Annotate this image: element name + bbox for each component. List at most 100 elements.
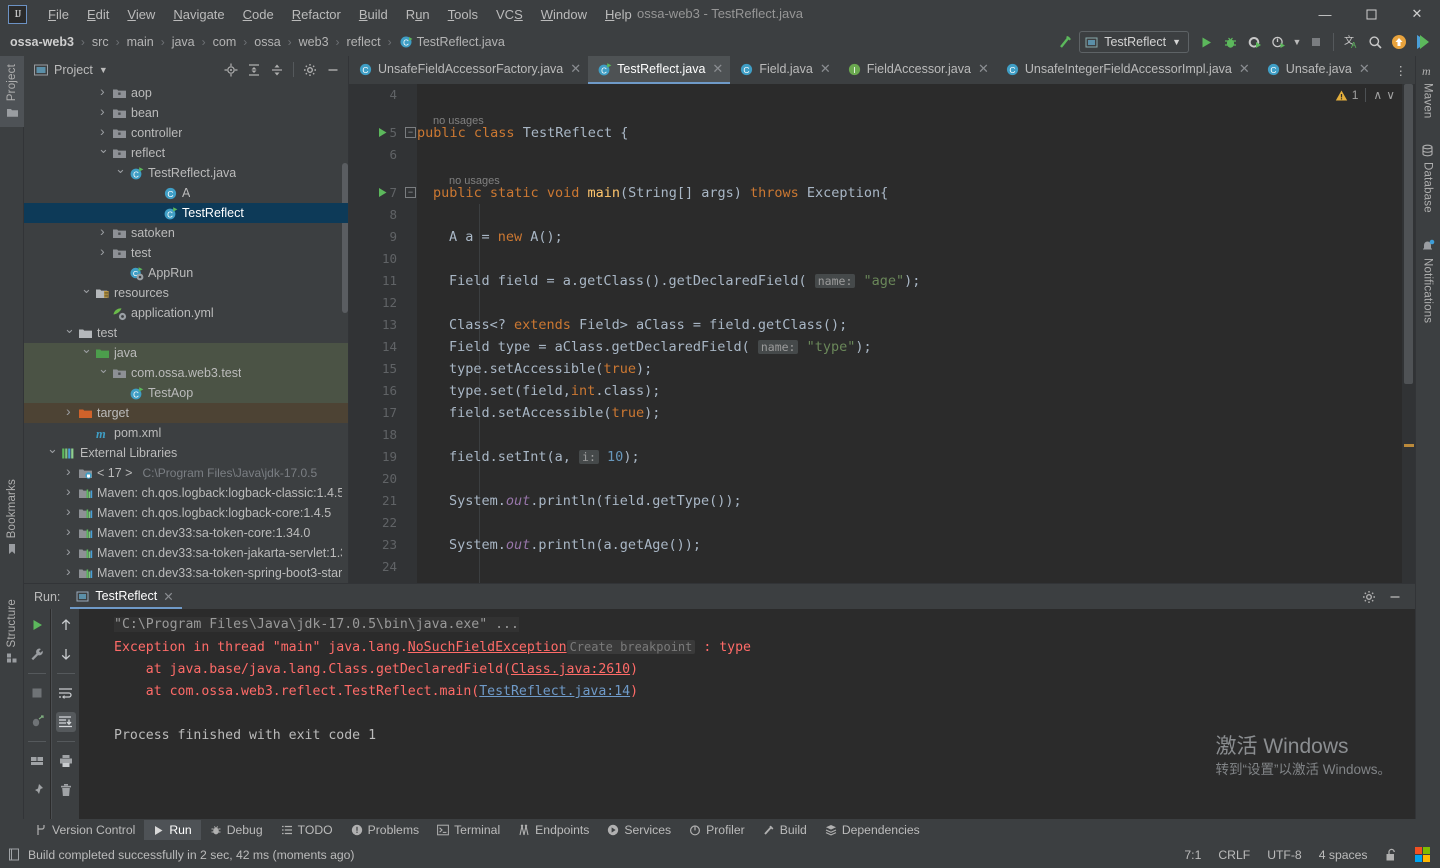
debug-button[interactable] xyxy=(1219,31,1241,53)
hide-panel-icon[interactable] xyxy=(323,60,343,80)
tree-node[interactable]: satoken xyxy=(24,223,348,243)
editor-tab[interactable]: C Unsafe.java ✕ xyxy=(1257,56,1377,84)
gear-icon[interactable] xyxy=(300,60,320,80)
chevron-right-icon[interactable] xyxy=(64,403,74,419)
tree-node[interactable]: m pom.xml xyxy=(24,423,348,443)
stop-debug-icon[interactable] xyxy=(27,712,47,732)
chevron-right-icon[interactable] xyxy=(64,463,74,479)
marker-bar[interactable] xyxy=(1402,84,1415,583)
breadcrumb-item-java[interactable]: java xyxy=(170,34,197,50)
menu-code[interactable]: Code xyxy=(234,4,283,25)
scroll-to-end-icon[interactable] xyxy=(55,712,76,732)
tool-window-button-debug[interactable]: Debug xyxy=(201,820,272,840)
tree-node[interactable]: External Libraries xyxy=(24,441,348,463)
tree-node[interactable]: reflect xyxy=(24,141,348,163)
tree-node[interactable]: bean xyxy=(24,103,348,123)
file-encoding[interactable]: UTF-8 xyxy=(1267,848,1302,862)
tree-node[interactable]: Maven: cn.dev33:sa-token-spring-boot3-st… xyxy=(24,563,348,583)
fold-column[interactable]: − − xyxy=(405,84,417,583)
breadcrumb-item-file[interactable]: C TestReflect.java xyxy=(397,34,507,50)
unlocked-icon[interactable] xyxy=(1385,848,1398,862)
tool-window-button-dependencies[interactable]: Dependencies xyxy=(816,820,929,840)
sidebar-item-structure[interactable]: Structure xyxy=(0,591,24,672)
chevron-right-icon[interactable] xyxy=(64,503,74,519)
build-hammer-icon[interactable] xyxy=(1055,31,1077,53)
search-icon[interactable] xyxy=(1364,31,1386,53)
locate-icon[interactable] xyxy=(221,60,241,80)
tool-window-button-version-control[interactable]: Version Control xyxy=(26,820,144,840)
close-icon[interactable]: ✕ xyxy=(570,61,581,77)
chevron-down-icon[interactable] xyxy=(64,321,75,338)
ide-services-icon[interactable] xyxy=(1412,31,1434,53)
sidebar-item-project[interactable]: Project xyxy=(0,56,24,128)
breadcrumb-item-main[interactable]: main xyxy=(125,34,156,50)
tree-node[interactable]: controller xyxy=(24,123,348,143)
tree-node[interactable]: Maven: cn.dev33:sa-token-core:1.34.0 xyxy=(24,523,348,543)
tree-node[interactable]: Maven: ch.qos.logback:logback-core:1.4.5 xyxy=(24,503,348,523)
next-highlight-icon[interactable]: ∨ xyxy=(1386,88,1395,102)
hide-panel-icon[interactable] xyxy=(1385,587,1405,607)
tool-window-button-profiler[interactable]: Profiler xyxy=(680,820,754,840)
minimize-button[interactable]: — xyxy=(1302,0,1348,28)
close-icon[interactable]: ✕ xyxy=(978,61,989,77)
gutter-run-icon[interactable] xyxy=(377,187,391,201)
chevron-right-icon[interactable] xyxy=(64,483,74,499)
gutter-run-icon[interactable] xyxy=(377,127,391,141)
tree-node[interactable]: test xyxy=(24,321,348,343)
menu-build[interactable]: Build xyxy=(350,4,397,25)
tool-window-button-todo[interactable]: TODO xyxy=(272,820,342,840)
rerun-icon[interactable] xyxy=(27,615,47,635)
code-content[interactable]: no usages public class TestReflect {no us… xyxy=(417,84,1387,583)
tool-window-button-build[interactable]: Build xyxy=(754,820,816,840)
tool-window-button-problems[interactable]: Problems xyxy=(342,820,428,840)
chevron-down-icon[interactable] xyxy=(81,341,92,358)
chevron-right-icon[interactable] xyxy=(98,83,108,99)
chevron-right-icon[interactable] xyxy=(98,123,108,139)
run-tab-testreflect[interactable]: TestReflect ✕ xyxy=(70,584,182,609)
menu-file[interactable]: File xyxy=(39,4,78,25)
tree-node[interactable]: < 17 > C:\Program Files\Java\jdk-17.0.5 xyxy=(24,463,348,483)
chevron-right-icon[interactable] xyxy=(64,523,74,539)
breadcrumb-item-ossa[interactable]: ossa xyxy=(252,34,282,50)
tabs-overflow-icon[interactable]: ⋮ xyxy=(1387,56,1416,84)
menu-help[interactable]: Help xyxy=(596,4,641,25)
line-separator[interactable]: CRLF xyxy=(1218,848,1250,862)
tree-node[interactable]: C TestReflect xyxy=(24,203,348,223)
tree-node[interactable]: target xyxy=(24,403,348,423)
indent-setting[interactable]: 4 spaces xyxy=(1319,848,1368,862)
tool-window-button-run[interactable]: Run xyxy=(144,820,201,840)
chevron-down-icon[interactable] xyxy=(115,161,126,178)
pin-icon[interactable] xyxy=(27,780,47,800)
chevron-right-icon[interactable] xyxy=(98,223,108,239)
sidebar-item-database[interactable]: Database xyxy=(1415,136,1440,221)
chevron-down-icon[interactable]: ▼ xyxy=(1291,31,1303,53)
menu-run[interactable]: Run xyxy=(397,4,439,25)
down-arrow-icon[interactable] xyxy=(56,644,76,664)
menu-navigate[interactable]: Navigate xyxy=(164,4,233,25)
caret-position[interactable]: 7:1 xyxy=(1184,848,1201,862)
fold-marker[interactable]: − xyxy=(405,187,416,198)
tree-node[interactable]: C TestAop xyxy=(24,383,348,403)
tree-node[interactable]: java xyxy=(24,341,348,363)
gear-icon[interactable] xyxy=(1359,587,1379,607)
run-with-coverage-button[interactable] xyxy=(1243,31,1265,53)
editor-tab[interactable]: I FieldAccessor.java ✕ xyxy=(838,56,996,84)
chevron-right-icon[interactable] xyxy=(98,103,108,119)
tool-window-button-endpoints[interactable]: Endpoints xyxy=(509,820,598,840)
warning-marker[interactable] xyxy=(1404,444,1414,447)
code-editor[interactable]: 4 5 6 7 8 9 10 11 12 13 14 15 16 17 18 19 20 21 22 23 24 − − … xyxy=(349,84,1415,583)
close-icon[interactable]: ✕ xyxy=(163,589,173,604)
maximize-button[interactable] xyxy=(1348,0,1394,28)
run-configuration-selector[interactable]: TestReflect ▼ xyxy=(1079,31,1189,53)
sidebar-item-maven[interactable]: m Maven xyxy=(1415,56,1440,127)
tree-node[interactable]: Maven: ch.qos.logback:logback-classic:1.… xyxy=(24,483,348,503)
editor-tab[interactable]: C TestReflect.java ✕ xyxy=(588,56,731,84)
tree-node[interactable]: C TestReflect.java xyxy=(24,161,348,183)
editor-scrollbar[interactable] xyxy=(1404,84,1413,384)
stacktrace-link[interactable]: TestReflect.java:14 xyxy=(479,684,630,699)
chevron-down-icon[interactable] xyxy=(81,281,92,298)
print-icon[interactable] xyxy=(56,751,76,771)
editor-gutter[interactable]: 4 5 6 7 8 9 10 11 12 13 14 15 16 17 18 19 20 21 22 23 24 xyxy=(349,84,405,583)
sidebar-item-bookmarks[interactable]: Bookmarks xyxy=(0,471,24,563)
fold-marker[interactable]: − xyxy=(405,127,416,138)
